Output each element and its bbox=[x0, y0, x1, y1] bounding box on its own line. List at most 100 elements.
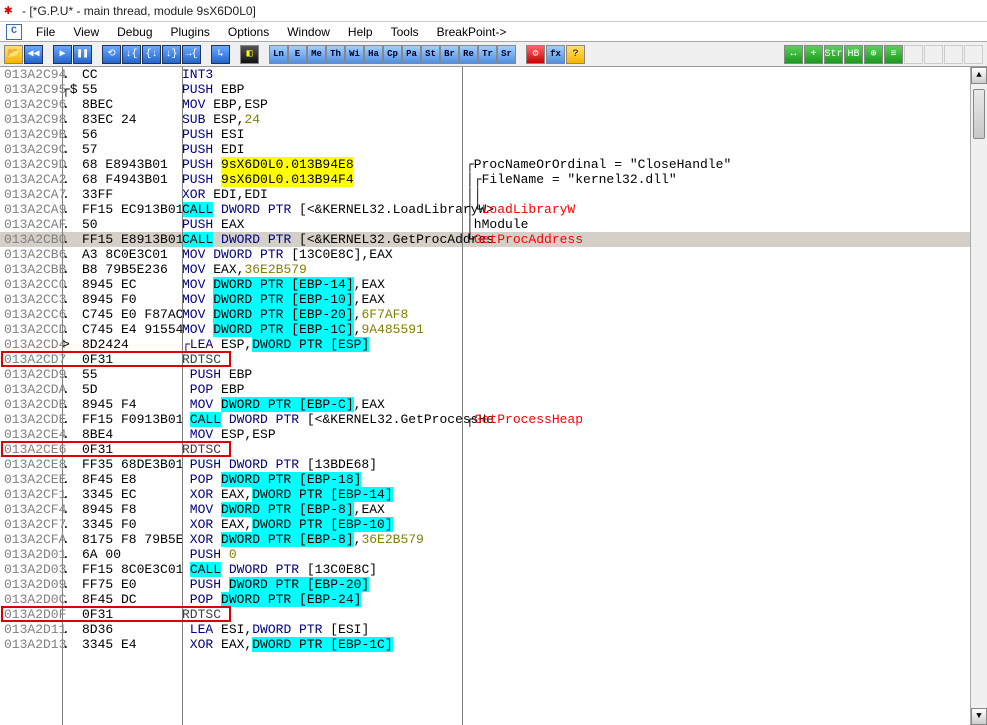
disasm-row[interactable]: 013A2CC6. C745 E0 F87ACMOV DWORD PTR [EB… bbox=[0, 307, 987, 322]
disasm-row[interactable]: 013A2CC0. 8945 ECMOV DWORD PTR [EBP-14],… bbox=[0, 277, 987, 292]
disasm-row[interactable]: 013A2CDA. 5D POP EBP bbox=[0, 382, 987, 397]
pause-button[interactable]: ❚❚ bbox=[73, 45, 92, 64]
marker-col: . bbox=[62, 277, 82, 292]
disasm-row[interactable]: 013A2CA2. 68 F4943B01PUSH 9sX6D0L0.013B9… bbox=[0, 172, 987, 187]
disasm-row[interactable]: 013A2CE6 0F31RDTSC bbox=[0, 442, 987, 457]
step-button-1[interactable]: ⟲ bbox=[102, 45, 121, 64]
cube-button[interactable]: ◧ bbox=[240, 45, 259, 64]
disasm-row[interactable]: 013A2CF4. 8945 F8 MOV DWORD PTR [EBP-8],… bbox=[0, 502, 987, 517]
disasm-row[interactable]: 013A2CDB. 8945 F4 MOV DWORD PTR [EBP-C],… bbox=[0, 397, 987, 412]
marker-col: . bbox=[62, 472, 82, 487]
disasm-row[interactable]: 013A2CC3. 8945 F0MOV DWORD PTR [EBP-10],… bbox=[0, 292, 987, 307]
cpu-icon[interactable]: C bbox=[6, 24, 22, 40]
menu-tools[interactable]: Tools bbox=[383, 23, 427, 41]
panel-btn-re[interactable]: Re bbox=[459, 45, 478, 64]
run-button[interactable]: ▶ bbox=[53, 45, 72, 64]
disasm-row[interactable]: 013A2C9D. 68 E8943B01PUSH 9sX6D0L0.013B9… bbox=[0, 157, 987, 172]
disasm-row[interactable]: 013A2CD7 0F31RDTSC bbox=[0, 352, 987, 367]
right-btn-7[interactable] bbox=[904, 45, 923, 64]
disasm-row[interactable]: 013A2D09. FF75 E0 PUSH DWORD PTR [EBP-20… bbox=[0, 577, 987, 592]
disasm-row[interactable]: 013A2CB0. FF15 E8913B01CALL DWORD PTR [<… bbox=[0, 232, 987, 247]
disasm-col: XOR EAX,DWORD PTR [EBP-1C] bbox=[182, 637, 462, 652]
disasm-row[interactable]: 013A2CF7. 3345 F0 XOR EAX,DWORD PTR [EBP… bbox=[0, 517, 987, 532]
panel-btn-th[interactable]: Th bbox=[326, 45, 345, 64]
disasm-row[interactable]: 013A2C98. 83EC 24SUB ESP,24 bbox=[0, 112, 987, 127]
scrollbar[interactable]: ▲ ▼ bbox=[970, 67, 987, 725]
right-btn-3[interactable]: Str bbox=[824, 45, 843, 64]
disasm-row[interactable]: 013A2D01. 6A 00 PUSH 0 bbox=[0, 547, 987, 562]
disasm-row[interactable]: 013A2CAF. 50PUSH EAX│hModule bbox=[0, 217, 987, 232]
panel-btn-ln[interactable]: Ln bbox=[269, 45, 288, 64]
rewind-button[interactable]: ◀◀ bbox=[24, 45, 43, 64]
right-btn-4[interactable]: HB bbox=[844, 45, 863, 64]
disasm-row[interactable]: 013A2CD9. 55 PUSH EBP bbox=[0, 367, 987, 382]
step-button-4[interactable]: ↓} bbox=[162, 45, 181, 64]
right-btn-2[interactable]: + bbox=[804, 45, 823, 64]
disasm-row[interactable]: 013A2D03. FF15 8C0E3C01 CALL DWORD PTR [… bbox=[0, 562, 987, 577]
panel-btn-sr[interactable]: Sr bbox=[497, 45, 516, 64]
disasm-row[interactable]: 013A2CD4> 8D2424┌LEA ESP,DWORD PTR [ESP] bbox=[0, 337, 987, 352]
menu-view[interactable]: View bbox=[65, 23, 107, 41]
panel-btn-tr[interactable]: Tr bbox=[478, 45, 497, 64]
right-btn-9[interactable] bbox=[944, 45, 963, 64]
disasm-col: MOV DWORD PTR [EBP-14],EAX bbox=[182, 277, 462, 292]
scroll-thumb[interactable] bbox=[973, 89, 985, 139]
disasm-row[interactable]: 013A2C94. CCINT3 bbox=[0, 67, 987, 82]
marker-col: . bbox=[62, 637, 82, 652]
disasm-row[interactable]: 013A2CEE. 8F45 E8 POP DWORD PTR [EBP-18] bbox=[0, 472, 987, 487]
disasm-row[interactable]: 013A2D0C. 8F45 DC POP DWORD PTR [EBP-24] bbox=[0, 592, 987, 607]
disasm-row[interactable]: 013A2CE8. FF35 68DE3B01 PUSH DWORD PTR [… bbox=[0, 457, 987, 472]
settings-button[interactable]: ⚙ bbox=[526, 45, 545, 64]
step-button-2[interactable]: ↓{ bbox=[122, 45, 141, 64]
step-button-3[interactable]: {↓ bbox=[142, 45, 161, 64]
disasm-row[interactable]: 013A2D0F 0F31RDTSC bbox=[0, 607, 987, 622]
hex-col: 8BE4 bbox=[82, 427, 182, 442]
right-btn-1[interactable]: ↔ bbox=[784, 45, 803, 64]
disasm-row[interactable]: 013A2D13. 3345 E4 XOR EAX,DWORD PTR [EBP… bbox=[0, 637, 987, 652]
disasm-row[interactable]: 013A2CA9. FF15 EC913B01CALL DWORD PTR [<… bbox=[0, 202, 987, 217]
disassembly-pane[interactable]: 013A2C94. CCINT3013A2C95┌$55PUSH EBP013A… bbox=[0, 67, 987, 725]
disasm-row[interactable]: 013A2C9B. 56PUSH ESI bbox=[0, 127, 987, 142]
scroll-down-button[interactable]: ▼ bbox=[971, 708, 987, 725]
disasm-row[interactable]: 013A2CFA. 8175 F8 79B5E XOR DWORD PTR [E… bbox=[0, 532, 987, 547]
menu-debug[interactable]: Debug bbox=[109, 23, 160, 41]
panel-btn-st[interactable]: St bbox=[421, 45, 440, 64]
step-button-5[interactable]: →{ bbox=[182, 45, 201, 64]
disasm-row[interactable]: 013A2C96. 8BECMOV EBP,ESP bbox=[0, 97, 987, 112]
panel-btn-wi[interactable]: Wi bbox=[345, 45, 364, 64]
disasm-row[interactable]: 013A2CE4. 8BE4 MOV ESP,ESP bbox=[0, 427, 987, 442]
panel-btn-cp[interactable]: Cp bbox=[383, 45, 402, 64]
menu-window[interactable]: Window bbox=[279, 23, 338, 41]
panel-btn-e[interactable]: E bbox=[288, 45, 307, 64]
fx-button[interactable]: fx bbox=[546, 45, 565, 64]
menu-file[interactable]: File bbox=[28, 23, 63, 41]
disasm-row[interactable]: 013A2CBB. B8 79B5E236MOV EAX,36E2B579 bbox=[0, 262, 987, 277]
disasm-row[interactable]: 013A2CCD. C745 E4 91554MOV DWORD PTR [EB… bbox=[0, 322, 987, 337]
panel-btn-ha[interactable]: Ha bbox=[364, 45, 383, 64]
right-btn-8[interactable] bbox=[924, 45, 943, 64]
menu-breakpoint[interactable]: BreakPoint-> bbox=[429, 23, 515, 41]
disasm-row[interactable]: 013A2CDE. FF15 F0913B01 CALL DWORD PTR [… bbox=[0, 412, 987, 427]
marker-col bbox=[62, 442, 82, 457]
disasm-row[interactable]: 013A2D11. 8D36 LEA ESI,DWORD PTR [ESI] bbox=[0, 622, 987, 637]
step-into-button[interactable]: ↳ bbox=[211, 45, 230, 64]
disasm-row[interactable]: 013A2CB6. A3 8C0E3C01MOV DWORD PTR [13C0… bbox=[0, 247, 987, 262]
menu-plugins[interactable]: Plugins bbox=[163, 23, 218, 41]
right-btn-6[interactable]: ≡ bbox=[884, 45, 903, 64]
help-button[interactable]: ? bbox=[566, 45, 585, 64]
right-btn-10[interactable] bbox=[964, 45, 983, 64]
panel-btn-br[interactable]: Br bbox=[440, 45, 459, 64]
right-btn-5[interactable]: ⊕ bbox=[864, 45, 883, 64]
panel-btn-me[interactable]: Me bbox=[307, 45, 326, 64]
panel-btn-pa[interactable]: Pa bbox=[402, 45, 421, 64]
disasm-col: CALL DWORD PTR [<&KERNEL32.LoadLibraryW> bbox=[182, 202, 462, 217]
open-button[interactable]: 📂 bbox=[4, 45, 23, 64]
disasm-col: RDTSC bbox=[182, 352, 462, 367]
disasm-row[interactable]: 013A2C9C. 57PUSH EDI bbox=[0, 142, 987, 157]
disasm-row[interactable]: 013A2C95┌$55PUSH EBP bbox=[0, 82, 987, 97]
disasm-row[interactable]: 013A2CF1. 3345 EC XOR EAX,DWORD PTR [EBP… bbox=[0, 487, 987, 502]
menu-options[interactable]: Options bbox=[220, 23, 277, 41]
disasm-row[interactable]: 013A2CA7. 33FFXOR EDI,EDI││ bbox=[0, 187, 987, 202]
scroll-up-button[interactable]: ▲ bbox=[971, 67, 987, 84]
menu-help[interactable]: Help bbox=[340, 23, 381, 41]
